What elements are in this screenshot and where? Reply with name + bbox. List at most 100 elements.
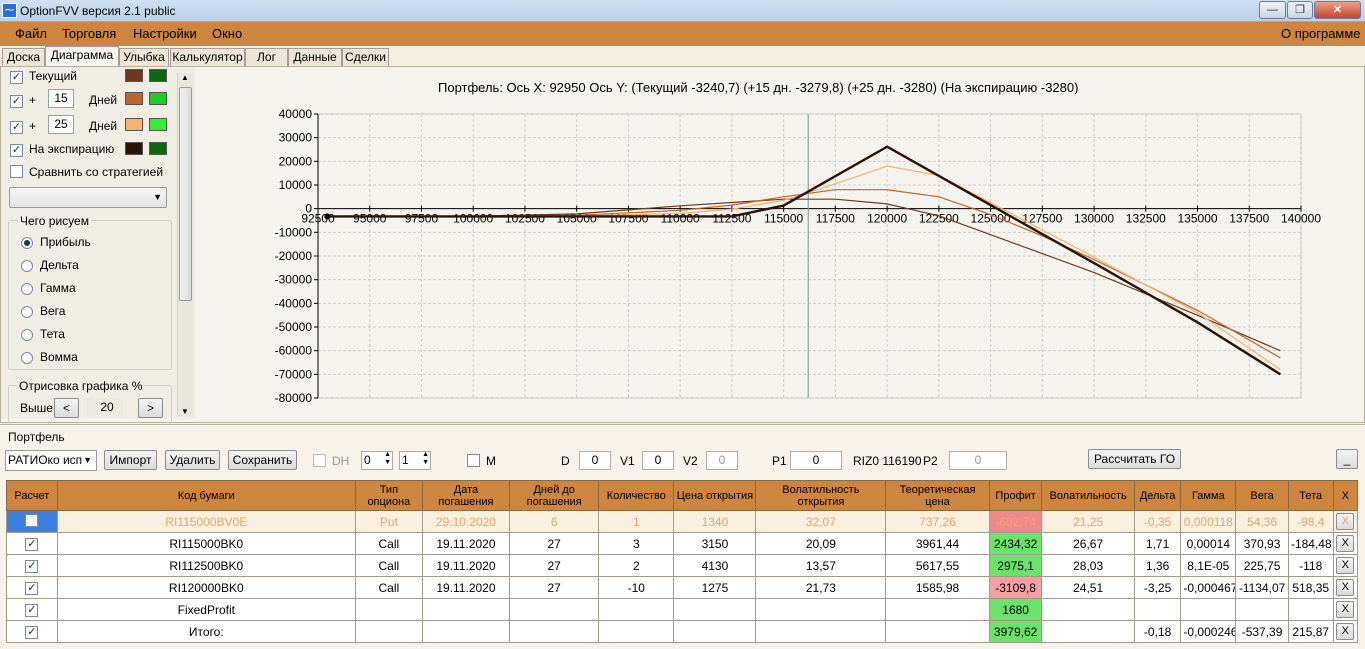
row-checkbox-cell[interactable]: [6, 510, 58, 533]
increase-button[interactable]: >: [138, 398, 163, 418]
strategy-dropdown[interactable]: ▼: [9, 187, 167, 208]
maximize-button[interactable]: ❐: [1287, 1, 1313, 19]
column-header[interactable]: Вега: [1235, 480, 1289, 511]
current-checkbox[interactable]: ✓: [10, 69, 23, 84]
radio-3[interactable]: [21, 306, 33, 318]
row-remove-button[interactable]: X: [1336, 513, 1355, 530]
tab-diagram[interactable]: Диаграмма: [45, 46, 119, 67]
d-input[interactable]: 0: [579, 451, 611, 470]
delete-button[interactable]: Удалить: [165, 450, 220, 470]
current-color-1[interactable]: [125, 69, 143, 82]
menu-window[interactable]: Окно: [212, 26, 242, 41]
expiry-color-2[interactable]: [149, 142, 167, 155]
column-header[interactable]: Дельта: [1133, 480, 1182, 511]
decrease-button[interactable]: <: [54, 398, 79, 418]
table-row[interactable]: ✓ FixedProfit 1680 X: [6, 598, 1359, 621]
column-header[interactable]: Дата погашения: [421, 480, 511, 511]
table-row[interactable]: ✓ RI120000BK0 Call 19.11.2020 27 -10 1275 21,73…: [6, 576, 1359, 599]
compare-checkbox[interactable]: [10, 165, 23, 181]
tab-log[interactable]: Лог: [245, 48, 288, 67]
table-row[interactable]: ✓ RI112500BK0 Call 19.11.2020 27 2 4130 13,57 56…: [6, 554, 1359, 577]
radio-2[interactable]: [21, 283, 33, 295]
column-header[interactable]: Профит: [988, 480, 1043, 511]
spinner-arrows-icon[interactable]: ▲ ▼: [422, 451, 429, 467]
tab-board[interactable]: Доска: [2, 48, 45, 67]
row-checkbox-cell[interactable]: ✓: [6, 620, 58, 643]
row-checkbox-cell[interactable]: ✓: [6, 576, 58, 599]
column-header[interactable]: Дней до погашения: [509, 480, 600, 511]
spinner-1[interactable]: 0 ▲ ▼: [361, 451, 393, 470]
menu-file[interactable]: Файл: [15, 26, 47, 41]
spinner-2[interactable]: 1 ▲ ▼: [399, 451, 431, 470]
row-checkbox[interactable]: ✓: [25, 604, 39, 617]
row-checkbox-cell[interactable]: ✓: [6, 532, 58, 555]
column-header[interactable]: Гамма: [1180, 480, 1237, 511]
v2-input[interactable]: 0: [706, 451, 738, 470]
minimize-button[interactable]: —: [1259, 1, 1286, 19]
expiry-checkbox[interactable]: ✓: [10, 142, 23, 157]
scrollbar-thumb[interactable]: [179, 87, 192, 301]
plus25-checkbox[interactable]: ✓: [10, 119, 23, 134]
row-remove-button[interactable]: X: [1336, 557, 1355, 574]
row-checkbox[interactable]: ✓: [25, 560, 39, 573]
settings-scrollbar[interactable]: ▲ ▼: [177, 73, 193, 417]
column-header[interactable]: Волатильность: [1041, 480, 1135, 511]
column-header[interactable]: Тип опциона: [354, 480, 423, 511]
calculate-go-button[interactable]: Рассчитать ГО: [1088, 449, 1181, 469]
account-select[interactable]: РАТИОко исп ▼: [5, 450, 97, 471]
row-remove-button[interactable]: X: [1336, 601, 1355, 618]
p1-input[interactable]: 0: [790, 451, 842, 470]
spinner-arrows-icon[interactable]: ▲ ▼: [384, 451, 391, 467]
row-checkbox[interactable]: ✓: [25, 582, 39, 595]
payoff-chart[interactable]: 92500 95000 97500 100000 102500 105000 107500 1…: [240, 100, 1350, 416]
plus25-color-2[interactable]: [149, 118, 167, 131]
menu-settings[interactable]: Настройки: [133, 26, 197, 41]
column-header[interactable]: Цена открытия: [673, 480, 757, 511]
radio-0[interactable]: [21, 237, 33, 249]
row-checkbox-cell[interactable]: ✓: [6, 554, 58, 577]
plus15-days-input[interactable]: 15: [48, 89, 74, 108]
column-header[interactable]: Код бумаги: [56, 480, 356, 511]
v1-input[interactable]: 0: [642, 451, 674, 470]
scroll-down-icon[interactable]: ▼: [181, 407, 189, 416]
plus15-color-2[interactable]: [149, 92, 167, 105]
radio-5[interactable]: [21, 352, 33, 364]
row-remove-button[interactable]: X: [1336, 579, 1355, 596]
table-row[interactable]: RI115000BV0E Put 29.10.2020 6 1 1340 32,07 737,…: [6, 510, 1359, 533]
row-checkbox[interactable]: ✓: [25, 626, 39, 639]
tab-calculator[interactable]: Калькулятор: [170, 48, 245, 67]
row-remove-button[interactable]: X: [1336, 623, 1355, 640]
save-button[interactable]: Сохранить: [228, 450, 297, 470]
column-header[interactable]: Расчет: [6, 480, 58, 511]
collapse-button[interactable]: _: [1336, 449, 1358, 469]
tab-smile[interactable]: Улыбка: [119, 48, 169, 67]
column-header[interactable]: Теоретическая цена: [885, 480, 990, 511]
radio-1[interactable]: [21, 260, 33, 272]
plus15-color-1[interactable]: [125, 92, 143, 105]
plus25-days-input[interactable]: 25: [48, 115, 74, 134]
tab-data[interactable]: Данные: [288, 48, 342, 67]
import-button[interactable]: Импорт: [104, 450, 157, 470]
plus15-checkbox[interactable]: ✓: [10, 93, 23, 108]
column-header[interactable]: Тета: [1287, 480, 1334, 511]
tab-deals[interactable]: Сделки: [342, 48, 389, 67]
p2-input[interactable]: 0: [949, 451, 1007, 470]
column-header[interactable]: Волатильность открытия: [755, 480, 887, 511]
row-checkbox-cell[interactable]: ✓: [6, 598, 58, 621]
row-checkbox[interactable]: [25, 513, 39, 527]
table-row[interactable]: ✓ Итого: 3979,62 -0,18 -0,000246 -537,39 215,8…: [6, 620, 1359, 643]
column-header[interactable]: Количество: [598, 480, 675, 511]
column-header[interactable]: X: [1332, 480, 1359, 511]
row-remove-button[interactable]: X: [1336, 535, 1355, 552]
close-button[interactable]: ✕: [1314, 1, 1361, 19]
current-color-2[interactable]: [149, 69, 167, 82]
row-checkbox[interactable]: ✓: [25, 538, 39, 551]
expiry-color-1[interactable]: [125, 142, 143, 155]
dh-checkbox[interactable]: [313, 454, 326, 470]
plus25-color-1[interactable]: [125, 118, 143, 131]
m-checkbox[interactable]: [467, 454, 480, 470]
render-percent-input[interactable]: 20: [87, 398, 127, 417]
scroll-up-icon[interactable]: ▲: [181, 73, 189, 82]
menu-trade[interactable]: Торговля: [62, 26, 116, 41]
menu-about[interactable]: О программе: [1281, 26, 1361, 41]
